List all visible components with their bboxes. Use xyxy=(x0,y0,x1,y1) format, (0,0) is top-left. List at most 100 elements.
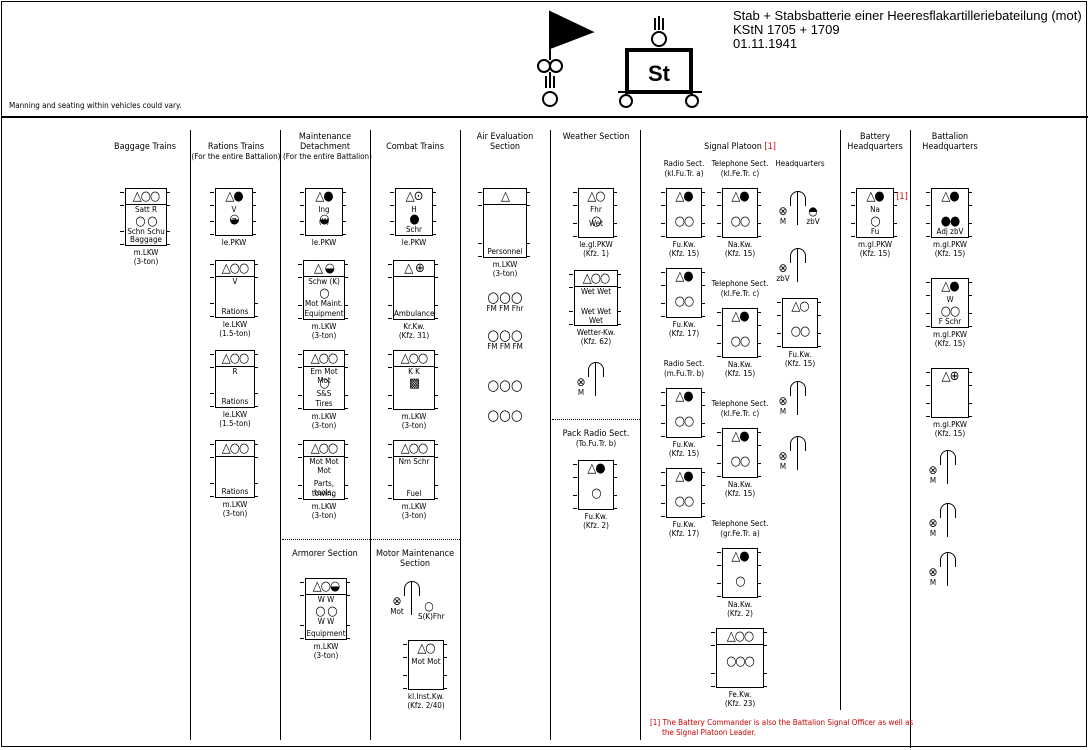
cargo-label: Tires xyxy=(315,399,333,408)
person-label: Mot xyxy=(390,607,404,616)
wheel-icon xyxy=(210,354,214,368)
crew-symbols-icon: ○ xyxy=(735,574,745,589)
wheel-icon xyxy=(342,192,346,206)
vehicle-designation: (Kfz. 23) xyxy=(724,699,756,708)
wheel-icon xyxy=(926,192,930,206)
subsection-title-text: Headquarters xyxy=(775,159,825,168)
person: ⊗ Mot xyxy=(386,595,408,616)
section-divider xyxy=(552,419,640,420)
wheel-icon xyxy=(390,221,394,235)
vehicle-caption: le.PKW xyxy=(222,238,247,247)
crew-label: Na xyxy=(870,205,880,214)
crew-symbols-icon: ○○ xyxy=(790,324,810,339)
crew-symbols-icon: △○○ xyxy=(221,351,249,366)
wheel-icon xyxy=(757,552,761,566)
vehicle-designation: (Kfz. 17) xyxy=(668,329,700,338)
vehicle-type: kl.Inst.Kw. xyxy=(407,692,445,701)
wheel-icon xyxy=(717,463,721,477)
vehicle: △○ Mot Mot xyxy=(403,640,447,690)
person: ◓ zbV xyxy=(802,205,824,226)
wheel-icon xyxy=(344,395,348,409)
vehicle-caption: le.LKW (1.5-ton) xyxy=(219,410,250,428)
subsection-title: Radio Sect. (kl.Fu.Tr. a) xyxy=(664,159,705,179)
wheel-icon xyxy=(573,223,577,237)
section-title-text: Maintenance Detachment xyxy=(298,132,352,152)
section-title-text: Air Evaluation Section xyxy=(476,132,534,152)
vehicle-designation: (Kfz. 15) xyxy=(724,249,756,258)
section-title-text: Battery Headquarters xyxy=(847,132,903,152)
vehicle: △● ○○ xyxy=(661,388,705,438)
flag-icon xyxy=(537,10,595,107)
wheel-icon xyxy=(388,395,392,409)
vehicle: △○○ Nm Schr Fuel xyxy=(388,440,438,500)
wheel-icon xyxy=(252,192,256,206)
person-label: M xyxy=(779,462,787,471)
vehicle-type: Fu.Kw. xyxy=(672,320,696,329)
subsection-title-text: Radio Sect. xyxy=(663,359,705,368)
vehicle-caption: m.LKW (3-ton) xyxy=(402,502,427,520)
crew-symbols-icon: △● xyxy=(731,309,749,324)
vehicle-caption: Fu.Kw. (Kfz. 17) xyxy=(669,520,699,538)
cargo-label: Baggage xyxy=(130,235,162,244)
crew-symbols-icon: △● xyxy=(866,189,884,204)
subsection-title-text: Telephone Sect. xyxy=(711,159,769,168)
vehicle-caption: le.gl.PKW (Kfz. 1) xyxy=(579,240,612,258)
vehicle-caption: Kr.Kw. (Kfz. 31) xyxy=(399,322,429,340)
wheel-icon xyxy=(120,192,124,206)
crew-symbols-icon: △○○ xyxy=(310,441,338,456)
vehicle-caption: m.LKW (3-ton) xyxy=(223,500,248,518)
crew-symbols-icon: △ ◒ xyxy=(314,261,335,276)
person-label: M xyxy=(929,578,937,587)
vehicle-type: m.LKW xyxy=(311,502,337,511)
subsection-title-text: Telephone Sect. xyxy=(711,279,769,288)
crew-symbols-icon: △○○ xyxy=(400,441,428,456)
crew-symbols-icon: △⊕ xyxy=(941,369,960,384)
vehicle-type: Na.Kw. xyxy=(727,600,753,609)
wheel-icon xyxy=(388,485,392,499)
vehicle-type: m.LKW xyxy=(401,502,427,511)
vehicle: △ ◒ Schw (K) ○ Mot Maint. Equipment xyxy=(298,260,348,320)
vehicle-designation: (Kfz. 15) xyxy=(668,249,700,258)
vehicle-designation: (Kfz. 15) xyxy=(934,249,966,258)
wheel-icon xyxy=(661,503,665,517)
wheel-icon xyxy=(661,423,665,437)
soldier-icon: ⊗ xyxy=(576,375,586,389)
wheel-icon xyxy=(210,444,214,458)
wheel-icon xyxy=(711,632,715,646)
wheel-icon xyxy=(617,274,621,288)
soldier-icon: ○○○ xyxy=(487,376,523,394)
vehicle-designation: (Kfz. 2) xyxy=(727,609,753,618)
vehicle-caption: m.LKW (3-ton) xyxy=(134,248,159,266)
column-divider xyxy=(640,130,641,740)
vehicle-type: m.gl.PKW xyxy=(857,240,893,249)
vehicle: △● ○○ xyxy=(717,308,761,358)
vehicle: △○○ ○○○ xyxy=(711,628,767,688)
soldier-icon: ⊗ xyxy=(392,594,402,608)
wheel-icon xyxy=(661,472,665,486)
subsection-title-text: Radio Sect. xyxy=(663,159,705,168)
vehicle-type: m.LKW xyxy=(133,248,159,257)
wheel-icon xyxy=(777,333,781,347)
vehicle-designation: (Kfz. 15) xyxy=(934,339,966,348)
section-title-text: Rations Trains xyxy=(207,142,265,152)
cargo-label: Adj zbV xyxy=(936,227,964,236)
wheel-icon xyxy=(434,264,438,278)
wheel-icon xyxy=(757,343,761,357)
crew-symbols-icon: △⊙ xyxy=(405,189,424,204)
section-title-text: Motor Maintenance Section xyxy=(375,549,455,569)
vehicle-caption: le.PKW xyxy=(402,238,427,247)
wheel-icon xyxy=(851,192,855,206)
section-title: Armorer Section xyxy=(292,549,358,559)
crew-symbols-icon: △○○ xyxy=(726,629,754,644)
wheel-icon xyxy=(434,305,438,319)
vehicle: △● V ◒ Z xyxy=(210,188,256,236)
person-label: M xyxy=(929,529,937,538)
soldier-icon: ○○○ xyxy=(487,406,523,424)
crew-symbols-icon: ○○ xyxy=(674,294,694,309)
cargo-label: Rations xyxy=(221,307,249,316)
vehicle: △● ○○ xyxy=(661,468,705,518)
wheel-icon xyxy=(298,395,302,409)
section-subtitle: (To.Fu.Tr. b) xyxy=(575,439,617,448)
wheel-icon xyxy=(661,392,665,406)
soldier-icon: ⊗ xyxy=(928,463,938,477)
